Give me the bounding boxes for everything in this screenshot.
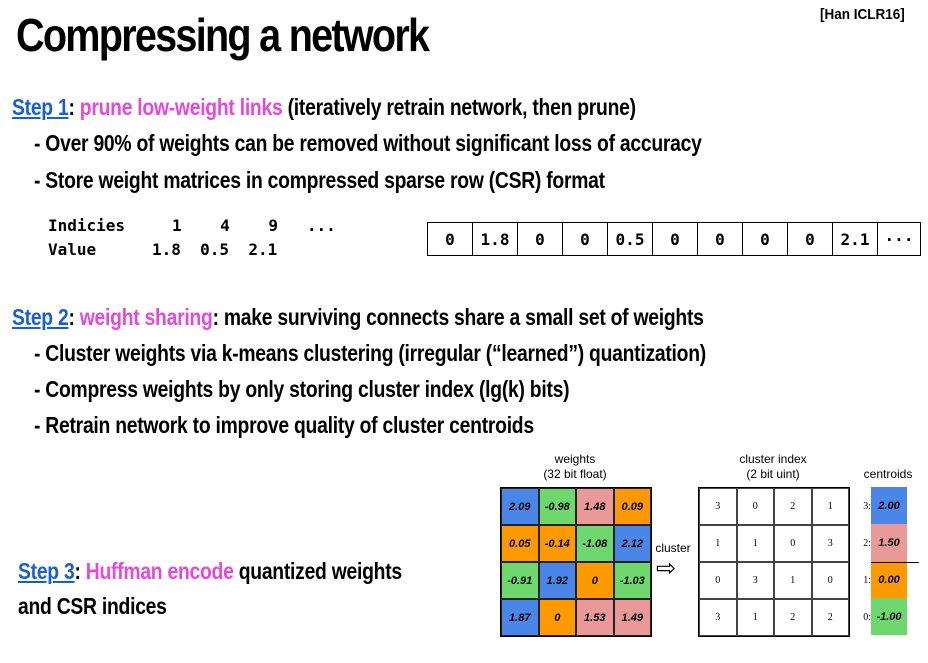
centroid-value: 0.00 xyxy=(871,561,907,598)
weights-matrix: 2.09 -0.98 1.48 0.09 0.05 -0.14 -1.08 2.12 -0.91… xyxy=(500,487,652,637)
csr-indices-label: Indicies xyxy=(48,216,126,235)
csr-indices: 1 4 9 ... xyxy=(172,216,336,235)
centroid-label: 1: xyxy=(863,575,871,586)
centroid-label: 0: xyxy=(863,612,871,623)
cluster-index-cell: 0 xyxy=(811,562,849,599)
centroid-value: 2.00 xyxy=(871,487,907,524)
cluster-index-cell: 3 xyxy=(736,562,774,599)
centroids-caption: centroids xyxy=(863,467,913,481)
centroid-value: -1.00 xyxy=(871,598,907,635)
weight-cell: -0.14 xyxy=(538,525,576,562)
array-cell: 0 xyxy=(743,223,788,255)
weight-cell: 0.05 xyxy=(501,525,539,562)
step3-line2: and CSR indices xyxy=(18,593,167,619)
cluster-index-cell: 1 xyxy=(736,599,774,636)
weight-cell: -0.98 xyxy=(538,488,576,525)
array-cell: 2.1 xyxy=(833,223,878,255)
step3-heading: Step 3: Huffman encode quantized weights xyxy=(18,558,402,584)
weight-cell: -1.08 xyxy=(576,525,614,562)
array-cell: 0 xyxy=(563,223,608,255)
step1-bullet: - Over 90% of weights can be removed wit… xyxy=(34,130,702,156)
cluster-index-cell: 0 xyxy=(699,562,737,599)
centroid-value: 1.50 xyxy=(871,524,907,561)
step2-link[interactable]: Step 2 xyxy=(12,304,69,330)
centroids-column: 2.00 1.50 0.00 -1.00 xyxy=(871,487,907,635)
citation: [Han ICLR16] xyxy=(820,6,905,23)
array-cell: 0 xyxy=(788,223,833,255)
step1-bullet: - Store weight matrices in compressed sp… xyxy=(34,167,605,193)
weight-cell: 0 xyxy=(538,599,576,636)
cluster-index-cell: 3 xyxy=(811,525,849,562)
step3-link[interactable]: Step 3 xyxy=(18,558,75,584)
cluster-index-matrix: 3021110303103122 xyxy=(698,487,850,637)
cluster-index-cell: 3 xyxy=(699,599,737,636)
step1-highlight: prune low-weight links xyxy=(79,94,283,120)
cluster-index-cell: 2 xyxy=(774,488,812,525)
cluster-index-caption: cluster index (2 bit uint) xyxy=(739,452,807,481)
weight-cell: 1.92 xyxy=(538,562,576,599)
array-cell: 0 xyxy=(698,223,743,255)
weight-cell: 2.12 xyxy=(613,525,651,562)
cluster-index-cell: 2 xyxy=(811,599,849,636)
cluster-index-cell: 3 xyxy=(699,488,737,525)
weight-cell: 1.49 xyxy=(613,599,651,636)
step1-link[interactable]: Step 1 xyxy=(12,94,69,120)
csr-values: 1.8 0.5 2.1 xyxy=(152,240,278,259)
array-cell: 0 xyxy=(518,223,563,255)
page-title: Compressing a network xyxy=(16,9,430,61)
cluster-index-cell: 1 xyxy=(774,562,812,599)
step3-highlight: Huffman encode xyxy=(85,558,234,584)
cluster-index-cell: 1 xyxy=(699,525,737,562)
step2-bullet: - Compress weights by only storing clust… xyxy=(34,376,570,402)
step2-bullet: - Cluster weights via k-means clustering… xyxy=(34,340,706,366)
array-cell: 0 xyxy=(428,223,473,255)
centroid-label: 3: xyxy=(863,501,871,512)
cluster-index-cell: 0 xyxy=(774,525,812,562)
step1-heading: Step 1: prune low-weight links (iterativ… xyxy=(12,94,636,120)
cluster-index-cell: 0 xyxy=(736,488,774,525)
step2-highlight: weight sharing xyxy=(79,304,213,330)
weights-caption: weights (32 bit float) xyxy=(543,452,607,481)
step2-heading: Step 2: weight sharing: make surviving c… xyxy=(12,304,704,330)
cluster-index-cell: 2 xyxy=(774,599,812,636)
array-cell: 0 xyxy=(653,223,698,255)
weight-cell: -0.91 xyxy=(501,562,539,599)
weight-cell: 1.48 xyxy=(576,488,614,525)
array-ellipsis: ··· xyxy=(884,229,914,249)
divider-line xyxy=(871,562,919,563)
sparse-array: 0 1.8 0 0 0.5 0 0 0 0 2.1 ··· xyxy=(427,222,921,256)
centroid-label: 2: xyxy=(863,538,871,549)
weight-cell: 1.87 xyxy=(501,599,539,636)
cluster-index-cell: 1 xyxy=(811,488,849,525)
array-cell: 1.8 xyxy=(473,223,518,255)
weight-cell: 0 xyxy=(576,562,614,599)
weight-cell: 0.09 xyxy=(613,488,651,525)
step2-bullet: - Retrain network to improve quality of … xyxy=(34,412,534,438)
csr-value-label: Value xyxy=(48,240,97,259)
arrow-right-icon: ⇨ xyxy=(656,555,677,582)
weight-cell: 2.09 xyxy=(501,488,539,525)
array-cell: 0.5 xyxy=(608,223,653,255)
cluster-index-cell: 1 xyxy=(736,525,774,562)
weight-cell: 1.53 xyxy=(576,599,614,636)
weight-cell: -1.03 xyxy=(613,562,651,599)
